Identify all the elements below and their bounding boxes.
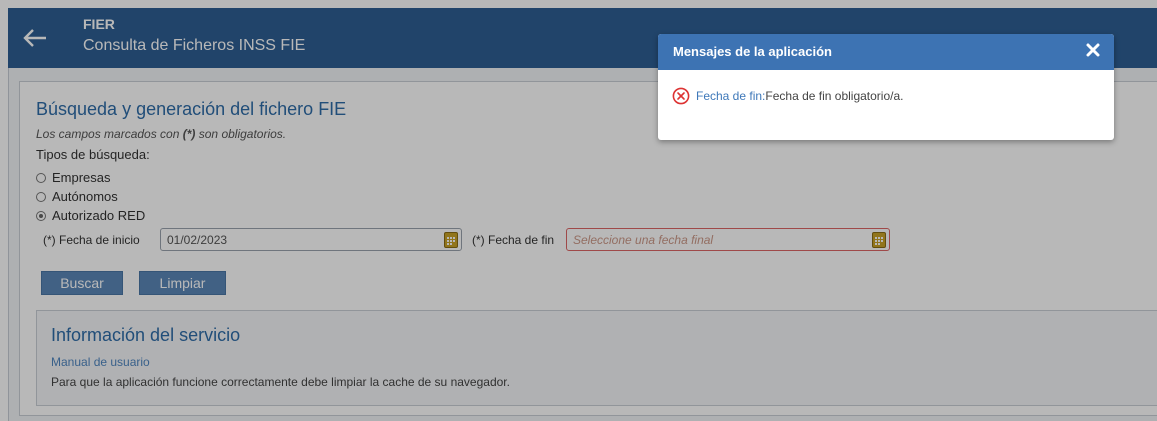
app-messages-modal: Mensajes de la aplicación Fecha de fin: …: [658, 34, 1114, 140]
message-field[interactable]: Fecha de fin: [696, 89, 762, 103]
message-text: Fecha de fin obligatorio/a.: [765, 89, 904, 103]
error-message: Fecha de fin: Fecha de fin obligatorio/a…: [672, 87, 903, 105]
error-circle-icon: [672, 87, 690, 105]
close-icon[interactable]: [1085, 42, 1101, 58]
modal-header: Mensajes de la aplicación: [658, 34, 1114, 70]
modal-title: Mensajes de la aplicación: [673, 44, 832, 59]
